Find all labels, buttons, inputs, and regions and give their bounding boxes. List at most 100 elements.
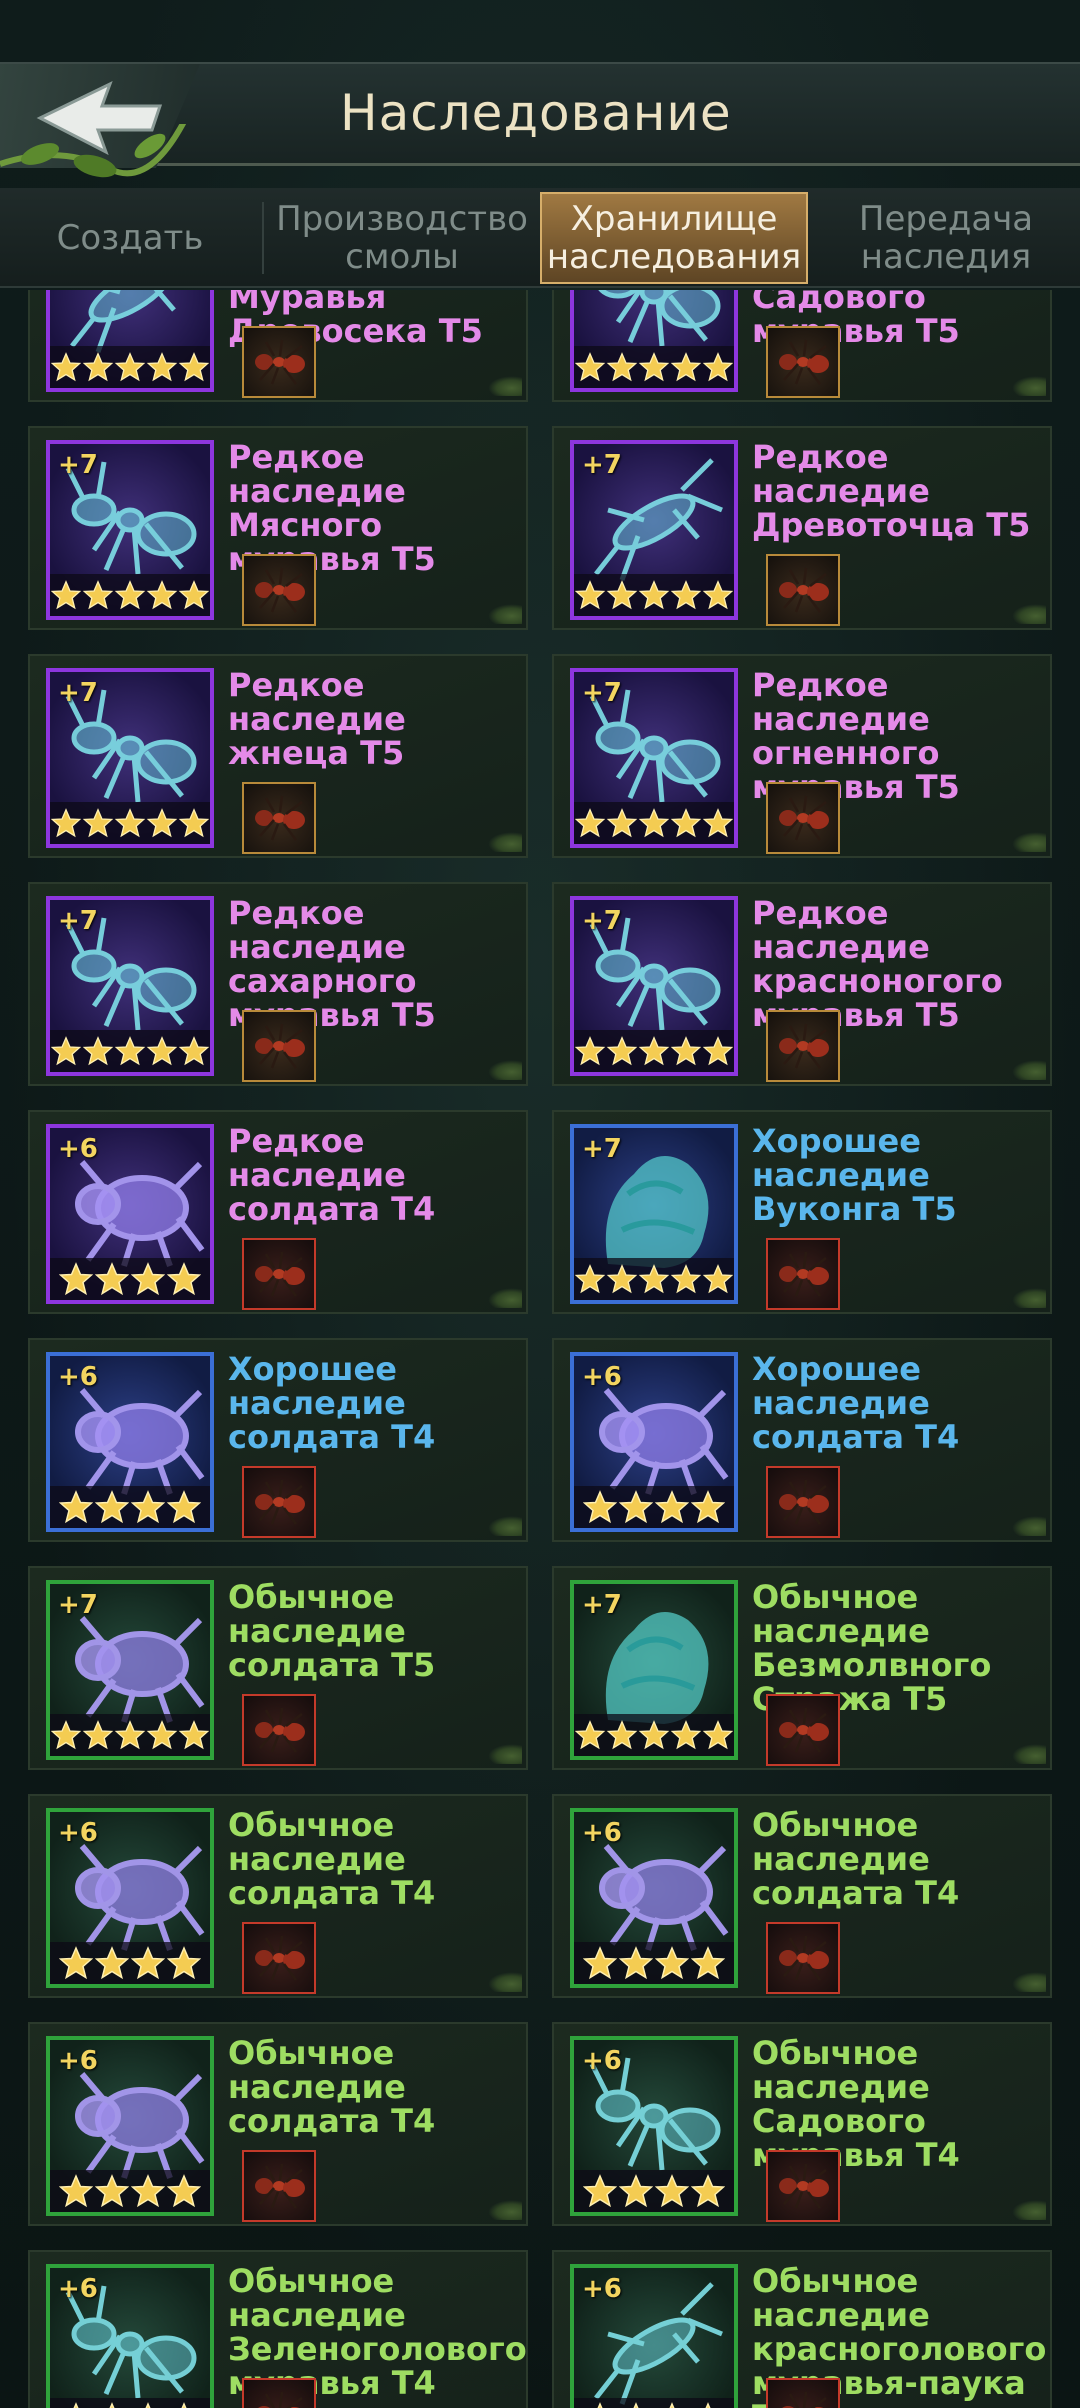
star-icon [703,352,733,382]
creature-portrait: +6 [46,2036,214,2216]
level-badge: +6 [582,1362,622,1392]
star-rating [574,1714,734,1756]
inheritance-card[interactable]: +7 Хорошее наследие Вуконга T5 [552,1110,1052,1314]
star-rating [574,802,734,844]
star-icon [575,1036,605,1066]
inheritance-card[interactable]: +7 Редкое наследие огненного муравья T5 [552,654,1052,858]
creature-portrait: +7 [46,896,214,1076]
ant-thumbnail [242,554,316,626]
inheritance-card[interactable]: +6 Редкое наследие солдата T4 [28,1110,528,1314]
creature-portrait: +7 [570,668,738,848]
star-icon [167,2174,201,2208]
tab-inheritance-transfer[interactable]: Передача наследия [812,188,1080,288]
star-icon [671,808,701,838]
star-icon [607,580,637,610]
level-badge: +7 [582,1134,622,1164]
star-icon [703,1036,733,1066]
tab-inheritance-storage[interactable]: Хранилище наследования [540,192,808,284]
tab-create[interactable]: Создать [0,188,260,288]
inheritance-card[interactable]: +6 Обычное наследие солдата T4 [28,2022,528,2226]
inheritance-card[interactable]: +7 Редкое наследие Мясного муравья T5 [28,426,528,630]
top-bar: Наследование [0,62,1080,178]
star-icon [669,2402,675,2408]
ant-icon [779,1479,829,1525]
star-icon [619,2174,653,2208]
star-icon [147,580,177,610]
creature-portrait: +7 [570,440,738,620]
inheritance-card[interactable]: +7 Редкое наследие жнеца T5 [28,654,528,858]
star-icon [95,2174,129,2208]
creature-portrait: +6 [46,2264,214,2408]
inheritance-card[interactable]: Редкое наследие Муравья Дровосека T5 [28,290,528,402]
star-icon [147,1720,177,1750]
inheritance-card[interactable]: +6 Обычное наследие солдата T4 [28,1794,528,1998]
ant-icon [779,339,829,385]
ant-thumbnail [766,1466,840,1538]
star-icon [639,1720,669,1750]
ant-icon [782,2391,827,2408]
creature-portrait: +7 [570,1124,738,1304]
star-icon [575,1720,605,1750]
tab-resin-production[interactable]: Производство смолы [264,188,540,288]
inheritance-card[interactable]: +6 Хорошее наследие солдата T4 [28,1338,528,1542]
inheritance-card[interactable]: +7 Редкое наследие сахарного муравья T5 [28,882,528,1086]
star-icon [671,1036,701,1066]
star-rating [50,802,210,844]
inheritance-name: Редкое наследие Древоточца T5 [752,438,1031,544]
level-badge: +7 [58,1590,98,1620]
inheritance-card[interactable]: +6 Хорошее наследие солдата T4 [552,1338,1052,1542]
star-icon [83,1720,113,1750]
ant-icon [255,1479,305,1525]
inheritance-card[interactable]: +6 Обычное наследие солдата T4 [552,1794,1052,1998]
inheritance-card[interactable]: Редкое наследие Садового муравья T5 [552,290,1052,402]
level-badge: +6 [58,1362,98,1392]
ant-icon [779,2163,829,2209]
inheritance-name: Обычное наследие солдата T4 [228,1806,436,1912]
creature-portrait: +6 [46,1352,214,1532]
ant-thumbnail [242,2378,316,2408]
creature-portrait: +7 [46,668,214,848]
star-icon [73,2402,79,2408]
star-icon [619,1946,653,1980]
level-badge: +7 [58,678,98,708]
inheritance-list[interactable]: Редкое наследие Муравья Дровосека T5 Ред… [0,290,1080,2408]
star-icon [95,1490,129,1524]
inheritance-card[interactable]: +7 Редкое наследие Древоточца T5 [552,426,1052,630]
star-icon [179,352,209,382]
star-rating [50,2398,210,2408]
ant-thumbnail [242,1238,316,1310]
inheritance-card[interactable]: +6 Обычное наследие Зеленоголового мурав… [28,2250,528,2408]
level-badge: +7 [58,906,98,936]
star-icon [167,1262,201,1296]
creature-portrait [46,290,214,392]
star-icon [179,1720,209,1750]
star-rating [50,2170,210,2212]
star-icon [59,1946,93,1980]
ant-icon [255,795,305,841]
inheritance-card[interactable]: +7 Обычное наследие солдата T5 [28,1566,528,1770]
ant-thumbnail [242,1010,316,1082]
creature-portrait: +6 [570,1352,738,1532]
star-icon [179,580,209,610]
inheritance-name: Хорошее наследие солдата T4 [228,1350,436,1456]
star-icon [179,808,209,838]
star-rating [574,2170,734,2212]
inheritance-card[interactable]: +7 Редкое наследие красноногого муравья … [552,882,1052,1086]
ant-icon [255,2163,305,2209]
creature-portrait: +6 [46,1808,214,1988]
star-icon [59,1262,93,1296]
inheritance-card[interactable]: +7 Обычное наследие Безмолвного Стража T… [552,1566,1052,1770]
star-icon [145,2402,151,2408]
inheritance-name: Обычное наследие солдата T4 [228,2034,436,2140]
star-icon [83,352,113,382]
inheritance-card[interactable]: +6 Обычное наследие Садового муравья T4 [552,2022,1052,2226]
ant-thumbnail [242,1922,316,1994]
creature-portrait: +7 [46,440,214,620]
inheritance-card[interactable]: +6 Обычное наследие красноголового мурав… [552,2250,1052,2408]
creature-portrait: +6 [46,1124,214,1304]
star-icon [83,580,113,610]
star-rating [574,1030,734,1072]
ant-icon [779,1707,829,1753]
star-rating [50,346,210,388]
star-icon [607,1264,637,1294]
